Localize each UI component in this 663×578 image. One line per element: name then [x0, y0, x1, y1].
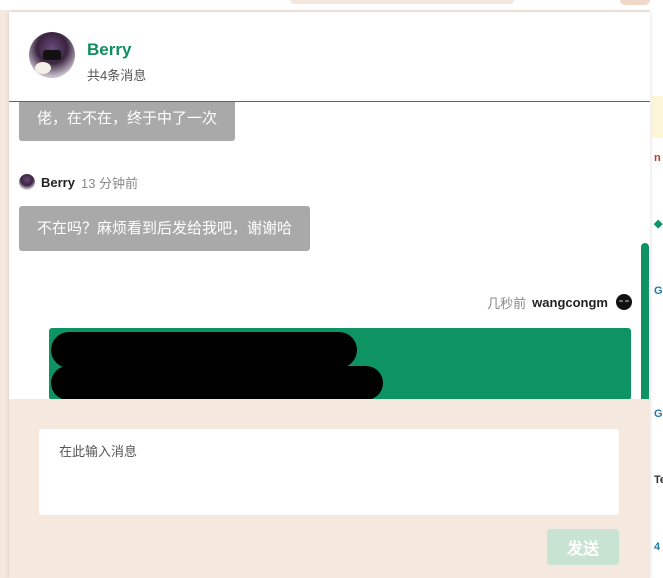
host-search-bar[interactable] [290, 0, 514, 4]
sender-name: wangcongm [532, 294, 608, 310]
scrollbar-thumb[interactable] [641, 243, 649, 399]
message-time: 13 分钟前 [80, 175, 139, 191]
host-peek-icon: ◆ [654, 218, 663, 230]
host-peek-text: 4 [654, 541, 661, 553]
host-peek-text: n [654, 152, 661, 164]
host-avatar[interactable] [620, 0, 650, 5]
message-count: 共4条消息 [87, 68, 147, 83]
avatar-mask-shape [43, 50, 61, 60]
message-bubble-outgoing [49, 328, 631, 399]
host-peek-text: G [654, 408, 663, 420]
send-button[interactable]: 发送 [547, 529, 619, 565]
message-bubble-incoming: 不在吗？麻烦看到后发给我吧，谢谢哈 [19, 206, 311, 251]
self-avatar [616, 294, 632, 310]
host-peek-text: Te [654, 474, 663, 486]
sender-avatar [19, 174, 35, 190]
host-peek-text: G [654, 285, 663, 297]
chat-header: Berry 共4条消息 [9, 12, 650, 102]
contact-name[interactable]: Berry [87, 40, 131, 60]
host-top-bar [0, 0, 663, 10]
avatar-pet-shape [35, 62, 51, 74]
message-list[interactable]: 佬，在不在，终于中了一次 Berry 13 分钟前 不在吗？麻烦看到后发给我吧，… [9, 102, 650, 399]
host-highlight [652, 96, 663, 138]
message-bubble-incoming: 佬，在不在，终于中了一次 [19, 102, 236, 141]
message-input[interactable] [39, 429, 619, 515]
host-right-edge: n ◆ G G Te 4 [650, 10, 663, 578]
message-meta: Berry 13 分钟前 [19, 172, 138, 192]
redaction-block [51, 332, 357, 368]
redaction-block [51, 366, 383, 399]
composer: 发送 [9, 399, 650, 578]
sender-name: Berry [41, 174, 75, 190]
message-meta: 几秒前 wangcongm [487, 292, 632, 312]
chat-panel: Berry 共4条消息 佬，在不在，终于中了一次 Berry 13 分钟前 不在… [9, 12, 650, 578]
contact-avatar[interactable] [29, 32, 75, 78]
message-time: 几秒前 [487, 295, 527, 311]
